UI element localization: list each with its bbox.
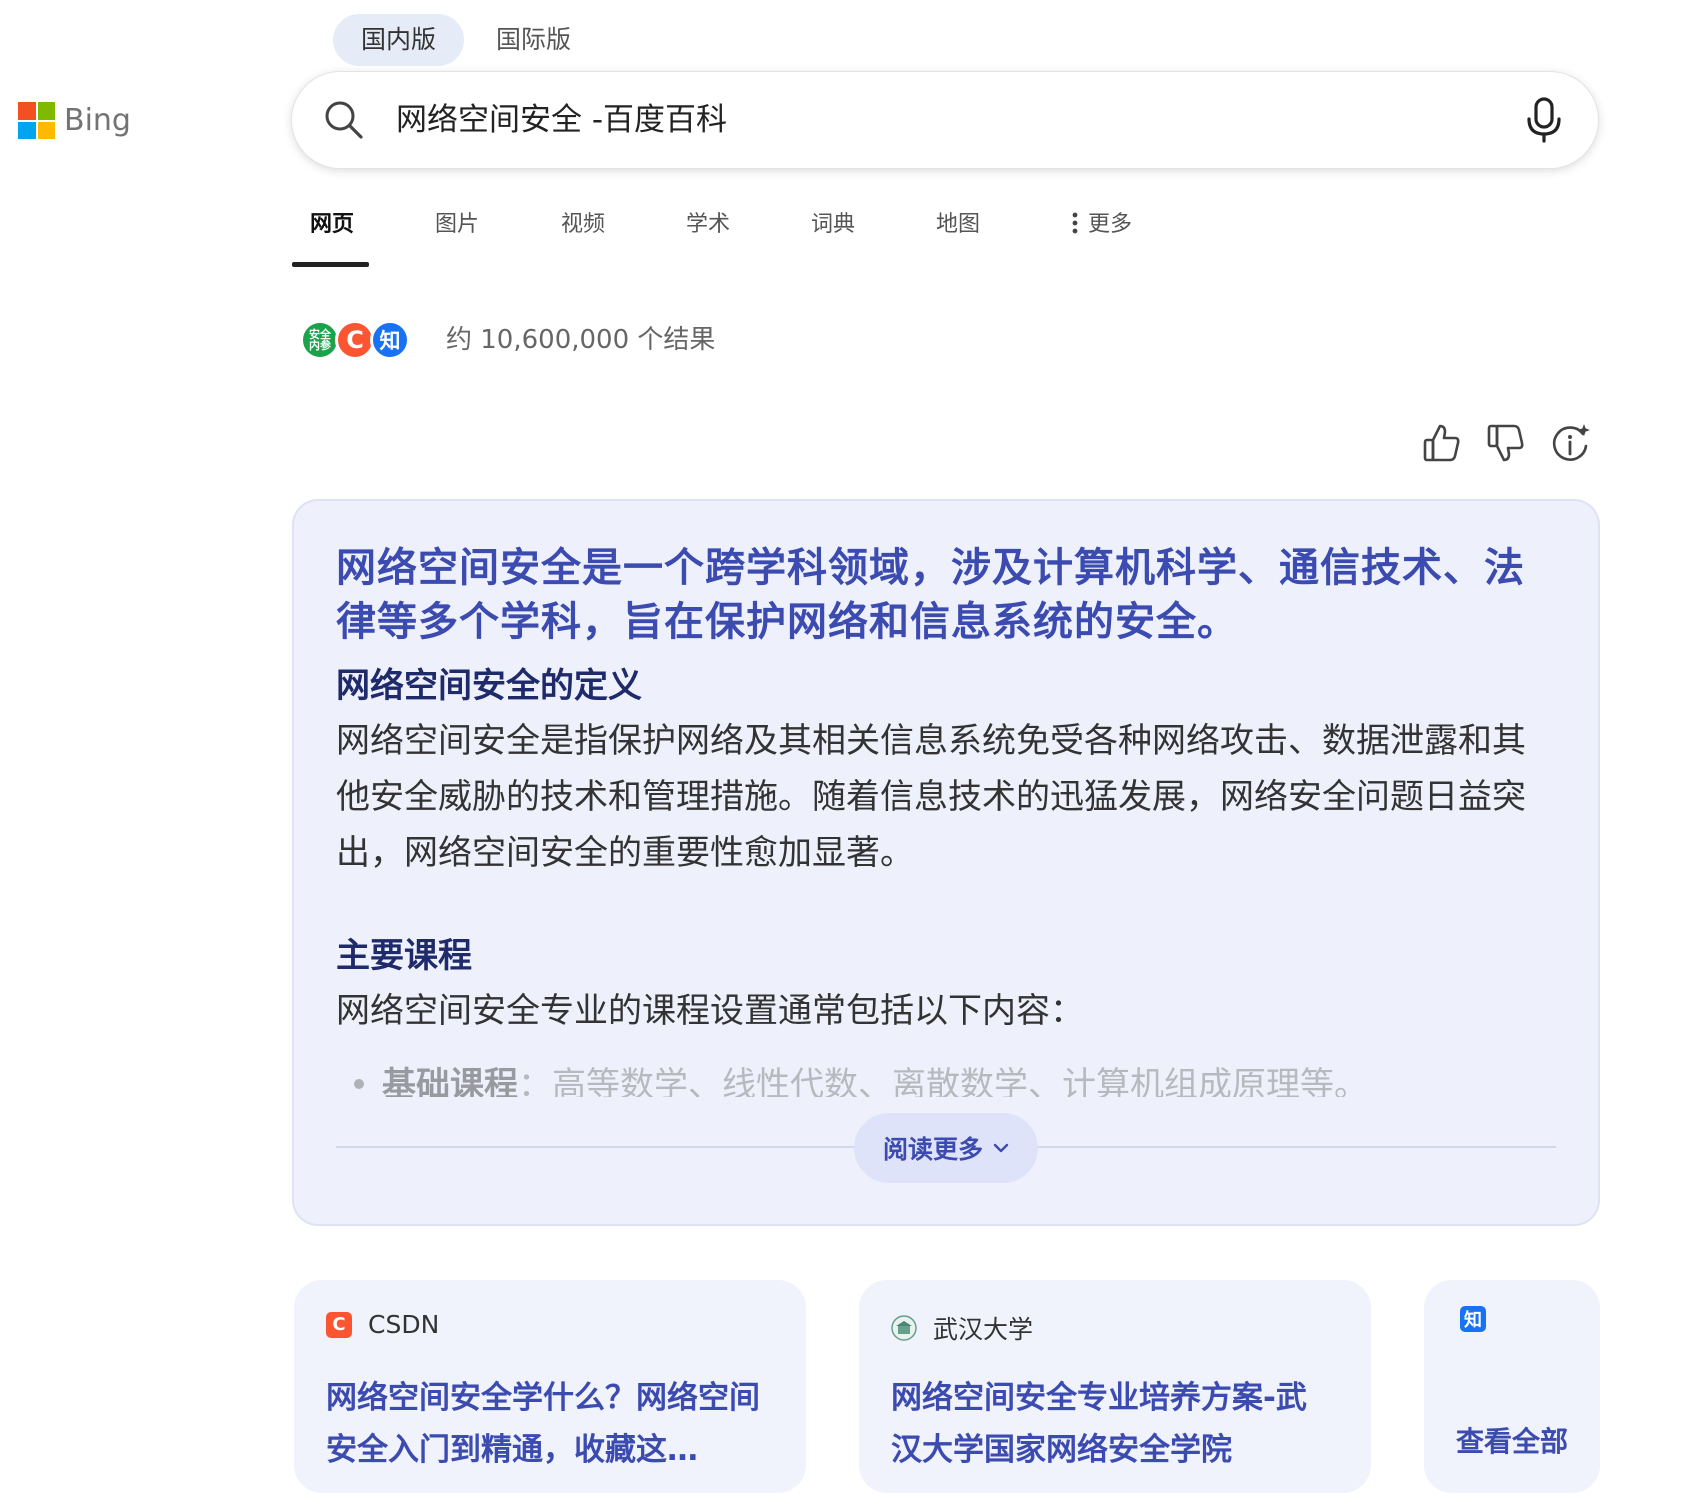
market-international-tab[interactable]: 国际版 — [468, 14, 599, 66]
zhihu-icon: 知 — [1460, 1306, 1486, 1332]
faded-item-label: 基础课程 — [382, 1065, 518, 1097]
answer-headline: 网络空间安全是一个跨学科领域，涉及计算机科学、通信技术、法律等多个学科，旨在保护… — [336, 545, 1525, 645]
faded-list-item: 基础课程：高等数学、线性代数、离散数学、计算机组成原理等。 — [336, 1057, 1554, 1097]
card-source: 武汉大学 — [891, 1310, 1033, 1346]
thumbs-down-icon[interactable] — [1486, 422, 1526, 464]
card-source-name: CSDN — [368, 1310, 440, 1339]
card-title-link[interactable]: 网络空间安全专业培养方案-武汉大学国家网络安全学院 — [891, 1372, 1331, 1476]
tab-academic[interactable]: 学术 — [686, 206, 730, 238]
tab-maps[interactable]: 地图 — [936, 206, 980, 238]
see-all-card[interactable]: 知 查看全部 — [1424, 1280, 1600, 1493]
search-input[interactable]: 网络空间安全 -百度百科 — [396, 72, 727, 168]
ai-info-icon[interactable] — [1552, 422, 1592, 464]
search-nav: 网页 图片 视频 学术 词典 地图 更多 — [292, 206, 1192, 272]
source-icon-csdn: C — [335, 320, 375, 360]
more-vertical-icon — [1072, 212, 1078, 234]
tab-videos[interactable]: 视频 — [561, 206, 605, 238]
microsoft-logo-icon — [18, 102, 55, 139]
section-title-definition: 网络空间安全的定义 — [336, 666, 642, 706]
section-body-definition: 网络空间安全是指保护网络及其相关信息系统免受各种网络攻击、数据泄露和其他安全威胁… — [336, 721, 1526, 873]
thumbs-up-icon[interactable] — [1422, 422, 1462, 464]
faded-item-text: ：高等数学、线性代数、离散数学、计算机组成原理等。 — [518, 1065, 1368, 1097]
logo-text: Bing — [64, 103, 131, 138]
search-icon[interactable] — [322, 98, 366, 142]
answer-content: 网络空间安全是一个跨学科领域，涉及计算机科学、通信技术、法律等多个学科，旨在保护… — [336, 541, 1554, 1097]
tab-dictionary[interactable]: 词典 — [811, 206, 855, 238]
whu-emblem-icon — [891, 1315, 917, 1341]
result-count: 约 10,600,000 个结果 — [446, 325, 716, 355]
chevron-down-icon — [993, 1143, 1009, 1153]
tab-more-label: 更多 — [1088, 212, 1133, 237]
card-title-link[interactable]: 网络空间安全学什么？网络空间安全入门到精通，收藏这… — [326, 1372, 766, 1476]
source-icon-zhihu: 知 — [370, 320, 410, 360]
section-title-courses: 主要课程 — [336, 936, 472, 976]
csdn-icon: C — [326, 1311, 352, 1338]
card-source-name: 武汉大学 — [933, 1315, 1034, 1344]
ai-answer-card: 网络空间安全是一个跨学科领域，涉及计算机科学、通信技术、法律等多个学科，旨在保护… — [294, 501, 1598, 1224]
market-toggle: 国内版 国际版 — [333, 14, 603, 66]
tab-images[interactable]: 图片 — [435, 206, 479, 238]
source-card-csdn[interactable]: C CSDN 网络空间安全学什么？网络空间安全入门到精通，收藏这… — [294, 1280, 806, 1493]
card-source: C CSDN — [326, 1310, 439, 1339]
source-icon-anquanneican: 安全内参 — [300, 320, 340, 360]
read-more-label: 阅读更多 — [882, 1135, 983, 1164]
read-more-button[interactable]: 阅读更多 — [854, 1113, 1038, 1183]
active-tab-indicator — [292, 262, 369, 267]
see-all-link[interactable]: 查看全部 — [1424, 1420, 1600, 1460]
bing-logo[interactable]: Bing — [18, 102, 131, 139]
source-card-whu[interactable]: 武汉大学 网络空间安全专业培养方案-武汉大学国家网络安全学院 — [859, 1280, 1371, 1493]
tab-web[interactable]: 网页 — [310, 206, 354, 238]
microphone-icon[interactable] — [1524, 96, 1564, 144]
search-box[interactable]: 网络空间安全 -百度百科 — [292, 72, 1598, 168]
tab-more[interactable]: 更多 — [1072, 206, 1132, 238]
answer-sources[interactable]: 安全内参 C 知 — [300, 320, 410, 360]
market-domestic-tab[interactable]: 国内版 — [333, 14, 465, 66]
bullet-icon — [354, 1078, 364, 1089]
section-body-courses: 网络空间安全专业的课程设置通常包括以下内容： — [336, 991, 1084, 1031]
card-source: 知 — [1460, 1306, 1486, 1332]
